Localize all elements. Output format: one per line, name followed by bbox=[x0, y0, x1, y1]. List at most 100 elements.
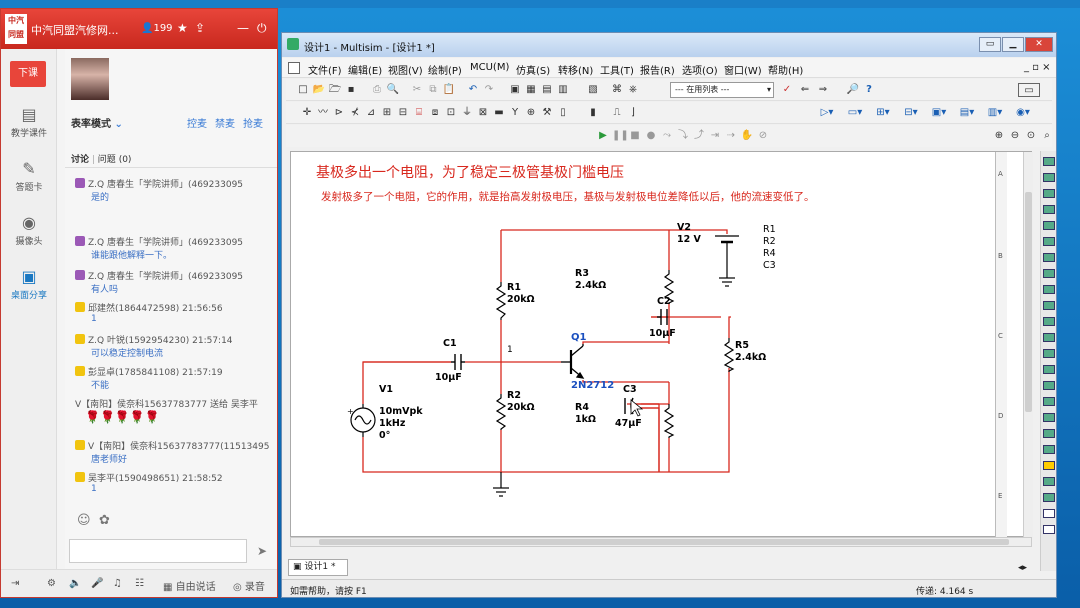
ni-elvis-icon[interactable] bbox=[1043, 461, 1055, 470]
equalizer-icon[interactable]: ☷ bbox=[135, 578, 144, 589]
end-class-button[interactable]: 下课 bbox=[10, 61, 46, 87]
save-icon[interactable]: ▪ bbox=[344, 83, 358, 97]
logic-analyzer-icon[interactable] bbox=[1043, 301, 1055, 310]
sidebar-item-camera[interactable]: ◉ 摄像头 bbox=[1, 213, 57, 247]
electrical-rules-icon[interactable]: ✓ bbox=[780, 83, 794, 97]
zoom-area-icon[interactable]: ⊙ bbox=[1024, 129, 1038, 143]
distortion-analyzer-icon[interactable] bbox=[1043, 333, 1055, 342]
maximize-button[interactable]: ▭ bbox=[979, 37, 1001, 52]
tab-design1[interactable]: ▣ 设计1 * bbox=[288, 559, 348, 576]
minimize-icon[interactable]: — bbox=[237, 21, 249, 35]
new-file-icon[interactable]: □ bbox=[296, 83, 310, 97]
copy-icon[interactable]: ⧉ bbox=[426, 83, 440, 97]
instrument-oscilloscope-icon[interactable]: ⊟▾ bbox=[898, 106, 924, 120]
diode-icon[interactable]: ⊳ bbox=[332, 106, 346, 120]
power-component-icon[interactable]: ⏚ bbox=[460, 106, 474, 120]
word-generator-icon[interactable] bbox=[1043, 269, 1055, 278]
menu-window[interactable]: 窗口(W) bbox=[724, 62, 762, 77]
redo-icon[interactable]: ↷ bbox=[482, 83, 496, 97]
forward-annotate-icon[interactable]: ⇒ bbox=[816, 83, 830, 97]
sidebar-item-desktop-share[interactable]: ▣ 桌面分享 bbox=[1, 267, 57, 301]
free-talk-button[interactable]: ▦ 自由说话 bbox=[163, 578, 216, 593]
pause-at-next-icon[interactable]: ● bbox=[644, 129, 658, 143]
run-to-cursor-icon[interactable]: ⇢ bbox=[724, 129, 738, 143]
help-icon[interactable]: ? bbox=[862, 83, 876, 97]
four-channel-scope-icon[interactable] bbox=[1043, 221, 1055, 230]
breakpoint-icon[interactable]: ✋ bbox=[740, 129, 754, 143]
electromech-icon[interactable]: ⊕ bbox=[524, 106, 538, 120]
agilent-generator-icon[interactable] bbox=[1043, 381, 1055, 390]
find-icon[interactable]: ⎈ bbox=[626, 83, 640, 97]
remove-breakpoints-icon[interactable]: ⊘ bbox=[756, 129, 770, 143]
grapher-icon[interactable]: ▤ bbox=[540, 83, 554, 97]
zoom-search-icon[interactable]: 🔎 bbox=[846, 83, 860, 97]
ttl-icon[interactable]: ⊞ bbox=[380, 106, 394, 120]
transistor-q1[interactable] bbox=[561, 344, 585, 379]
source-icon[interactable]: ✛ bbox=[300, 106, 314, 120]
send-icon[interactable]: ➤ bbox=[251, 539, 273, 563]
instrument-multimeter-icon[interactable]: ▷▾ bbox=[814, 106, 840, 120]
mcu-icon[interactable]: ▯ bbox=[556, 106, 570, 120]
restore-icon[interactable]: _ ▫ × bbox=[1024, 62, 1051, 73]
gift-icon[interactable]: ✿ bbox=[99, 513, 110, 528]
resistor-r5[interactable] bbox=[723, 338, 735, 372]
in-use-list-dropdown[interactable]: --- 在用列表 --- ▾ bbox=[670, 82, 774, 98]
ni-component-icon[interactable]: ⚒ bbox=[540, 106, 554, 120]
capacitor-c1[interactable] bbox=[451, 354, 465, 370]
menu-place[interactable]: 绘制(P) bbox=[428, 62, 462, 77]
pause-simulation-icon[interactable]: ❚❚ bbox=[612, 129, 629, 143]
labview-instrument-icon[interactable] bbox=[1043, 445, 1055, 454]
ac-source-v1[interactable]: + bbox=[347, 404, 376, 437]
misc-icon[interactable]: ⊠ bbox=[476, 106, 490, 120]
mode-select[interactable]: 表率模式 ⌄ bbox=[71, 115, 123, 130]
resistor-r2[interactable] bbox=[495, 394, 507, 430]
menu-file[interactable]: 文件(F) bbox=[308, 62, 342, 77]
analog-icon[interactable]: ⊿ bbox=[364, 106, 378, 120]
open-folder-icon[interactable]: 📂 bbox=[312, 83, 326, 97]
tab-discussion[interactable]: 讨论 bbox=[71, 155, 89, 165]
postprocessor-icon[interactable]: ▥ bbox=[556, 83, 570, 97]
step-icon[interactable]: ⤳ bbox=[660, 129, 674, 143]
wattmeter-icon[interactable] bbox=[1043, 189, 1055, 198]
sidebar-item-answer-card[interactable]: ✎ 答题卡 bbox=[1, 159, 57, 193]
settings-icon[interactable]: ⚙ bbox=[47, 578, 56, 589]
menu-edit[interactable]: 编辑(E) bbox=[348, 62, 382, 77]
hierarchical-block-icon[interactable]: ▮ bbox=[586, 106, 600, 120]
star-icon[interactable]: ★ bbox=[177, 21, 188, 35]
cmos-icon[interactable]: ⊟ bbox=[396, 106, 410, 120]
oscilloscope-icon[interactable] bbox=[1043, 205, 1055, 214]
function-generator-icon[interactable] bbox=[1043, 173, 1055, 182]
transistor-icon[interactable]: ⊀ bbox=[348, 106, 362, 120]
menu-options[interactable]: 选项(O) bbox=[682, 62, 718, 77]
bus-icon[interactable]: ⎍ bbox=[610, 106, 624, 120]
tab-questions[interactable]: 问题 bbox=[98, 155, 116, 165]
share-icon[interactable]: ⇪ bbox=[195, 21, 205, 35]
open-sample-icon[interactable]: 🗁 bbox=[328, 83, 342, 97]
menu-simulate[interactable]: 仿真(S) bbox=[516, 62, 550, 77]
mute-mic-link[interactable]: 禁麦 bbox=[215, 115, 235, 130]
menu-tools[interactable]: 工具(T) bbox=[600, 62, 634, 77]
current-probe-icon[interactable] bbox=[1043, 477, 1055, 486]
menu-mcu[interactable]: MCU(M) bbox=[470, 62, 509, 73]
probe-icon[interactable] bbox=[1043, 509, 1055, 518]
menu-help[interactable]: 帮助(H) bbox=[768, 62, 803, 77]
vertical-scrollbar[interactable] bbox=[1023, 152, 1033, 538]
step-out-icon[interactable]: ⇥ bbox=[708, 129, 722, 143]
menu-reports[interactable]: 报告(R) bbox=[640, 62, 675, 77]
agilent-multimeter-icon[interactable] bbox=[1043, 397, 1055, 406]
horizontal-scrollbar[interactable] bbox=[290, 537, 1032, 547]
chat-message-input[interactable] bbox=[69, 539, 247, 563]
back-annotate-icon[interactable]: ⇐ bbox=[798, 83, 812, 97]
print-preview-icon[interactable]: 🔍 bbox=[386, 83, 400, 97]
spreadsheet-icon[interactable]: ▦ bbox=[524, 83, 538, 97]
screen-size-icon[interactable]: ▭ bbox=[1018, 83, 1040, 97]
resistor-r4[interactable] bbox=[663, 404, 675, 438]
indicator-icon[interactable]: ⊡ bbox=[444, 106, 458, 120]
misc-digital-icon[interactable]: ⌸ bbox=[412, 106, 426, 120]
instrument-counter-icon[interactable]: ▤▾ bbox=[954, 106, 980, 120]
grab-mic-link[interactable]: 抢麦 bbox=[243, 115, 263, 130]
instrument-generator-icon[interactable]: ▭▾ bbox=[842, 106, 868, 120]
measurement-probe-icon[interactable] bbox=[1043, 493, 1055, 502]
step-into-icon[interactable]: ⤵ bbox=[676, 129, 690, 143]
sidebar-item-courseware[interactable]: ▤ 教学课件 bbox=[1, 105, 57, 139]
